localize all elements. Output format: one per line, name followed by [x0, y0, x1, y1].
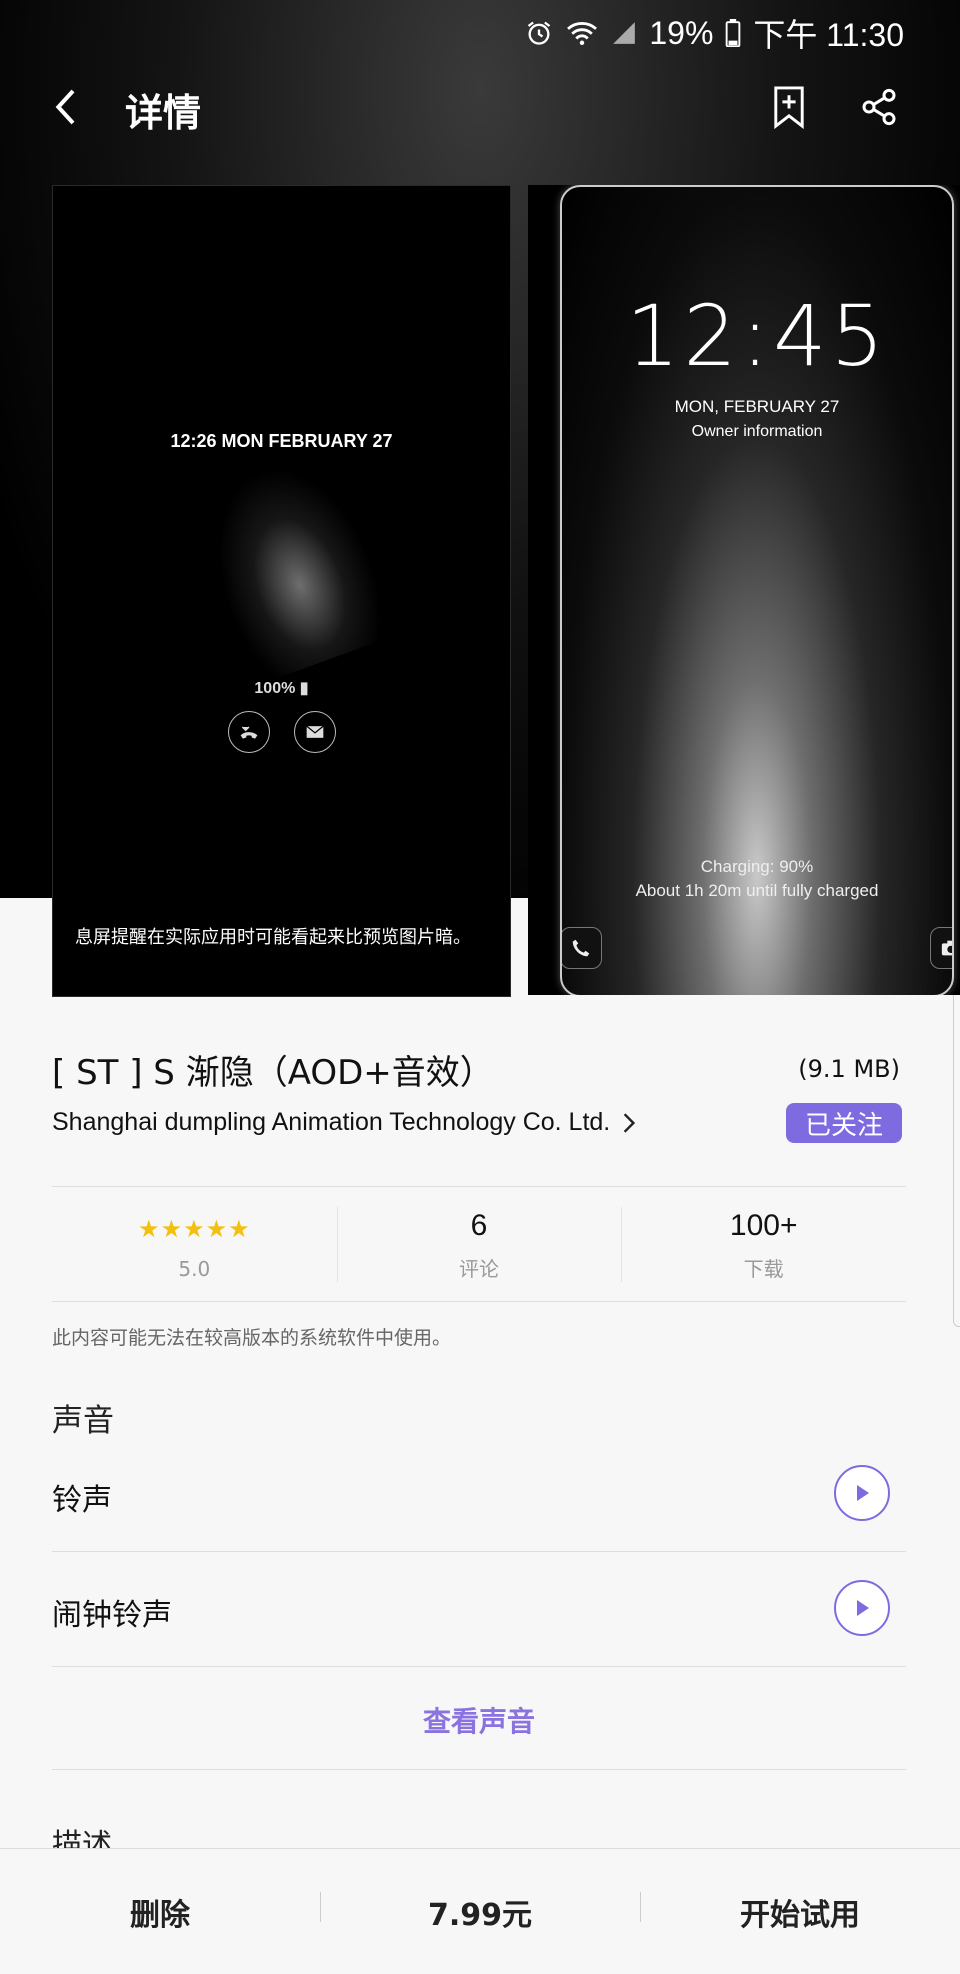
app-title: [ ST ] S 渐隐（AOD+音效） [52, 1053, 494, 1093]
phone-shortcut-icon [562, 927, 602, 969]
play-alarm-button[interactable] [834, 1580, 890, 1636]
lockscreen-date: MON, FEBRUARY 27 [674, 397, 840, 416]
missed-call-icon [228, 711, 270, 753]
downloads-count: 100+ [729, 1209, 798, 1242]
publisher-name: Shanghai dumpling Animation Technology C… [52, 1108, 611, 1136]
preview-caption: 息屏提醒在实际应用时可能看起来比预览图片暗。 [75, 927, 471, 948]
reviews-count: 6 [470, 1209, 488, 1242]
camera-shortcut-icon [930, 927, 952, 969]
lockscreen-charging: Charging: 90% [700, 857, 814, 876]
alarm-icon [525, 19, 553, 47]
rating-stat: ★★★★★ 5.0 [52, 1187, 337, 1302]
sound-label: 闹钟铃声 [52, 1598, 172, 1633]
play-ringtone-button[interactable] [834, 1465, 890, 1521]
wifi-icon [565, 19, 599, 47]
page-title: 详情 [125, 91, 202, 135]
bookmark-add-icon [774, 86, 804, 129]
aod-time-date: 12:26 MON FEBRUARY 27 [170, 431, 393, 451]
sound-row-alarm: 闹钟铃声 [52, 1552, 906, 1666]
downloads-label: 下载 [743, 1257, 784, 1281]
signal-icon [611, 20, 637, 46]
divider [52, 1666, 906, 1667]
battery-icon [725, 19, 741, 47]
aod-particle-art [188, 446, 398, 686]
lockscreen-owner-info: Owner information [691, 423, 823, 440]
app-size: (9.1 MB) [798, 1055, 900, 1083]
bottom-action-bar: 删除 7.99元 开始试用 [0, 1848, 960, 1974]
buy-price-button[interactable]: 7.99元 [320, 1890, 640, 1934]
preview-image-lockscreen[interactable]: 12:45 MON, FEBRUARY 27 Owner information… [528, 185, 960, 995]
status-bar: 19% 下午 11:30 [0, 0, 960, 56]
rating-value: 5.0 [178, 1257, 211, 1281]
stats-row: ★★★★★ 5.0 6 评论 100+ 下载 [52, 1187, 906, 1302]
app-bar: 详情 [0, 70, 960, 144]
start-trial-button[interactable]: 开始试用 [640, 1890, 960, 1934]
back-arrow-icon [55, 89, 75, 125]
chevron-right-icon [624, 1112, 636, 1133]
clock-time: 下午 11:30 [753, 17, 904, 53]
reviews-label: 评论 [459, 1257, 499, 1281]
delete-button[interactable]: 删除 [0, 1890, 320, 1934]
battery-percent: 19% [649, 14, 714, 51]
message-icon [294, 711, 336, 753]
lockscreen-full-charge-time: About 1h 20m until fully charged [635, 881, 879, 900]
lockscreen-clock: 12:45 [625, 287, 889, 385]
follow-button[interactable]: 已关注 [786, 1103, 902, 1143]
share-button[interactable] [854, 82, 904, 132]
sound-label: 铃声 [52, 1483, 112, 1518]
downloads-stat: 100+ 下载 [621, 1187, 906, 1302]
preview-image-aod[interactable]: 12:26 MON FEBRUARY 27 100% ▮ 息屏提醒在实际应用时可… [52, 185, 511, 997]
play-icon [857, 1600, 869, 1616]
aod-battery: 100% ▮ [254, 680, 309, 697]
divider [52, 1769, 906, 1770]
bookmark-button[interactable] [764, 82, 814, 132]
share-icon [862, 88, 896, 126]
back-button[interactable] [40, 82, 90, 132]
lockscreen-phone-frame: 12:45 MON, FEBRUARY 27 Owner information… [560, 185, 954, 995]
reviews-stat[interactable]: 6 评论 [336, 1187, 622, 1302]
compatibility-notice: 此内容可能无法在较高版本的系统软件中使用。 [52, 1327, 452, 1349]
view-sounds-link[interactable]: 查看声音 [52, 1700, 906, 1740]
star-rating-icon: ★★★★★ [138, 1215, 251, 1243]
play-icon [857, 1485, 869, 1501]
divider [52, 1301, 906, 1302]
sound-row-ringtone: 铃声 [52, 1437, 906, 1551]
sound-section-title: 声音 [52, 1403, 114, 1439]
publisher-link[interactable]: Shanghai dumpling Animation Technology C… [52, 1108, 636, 1137]
